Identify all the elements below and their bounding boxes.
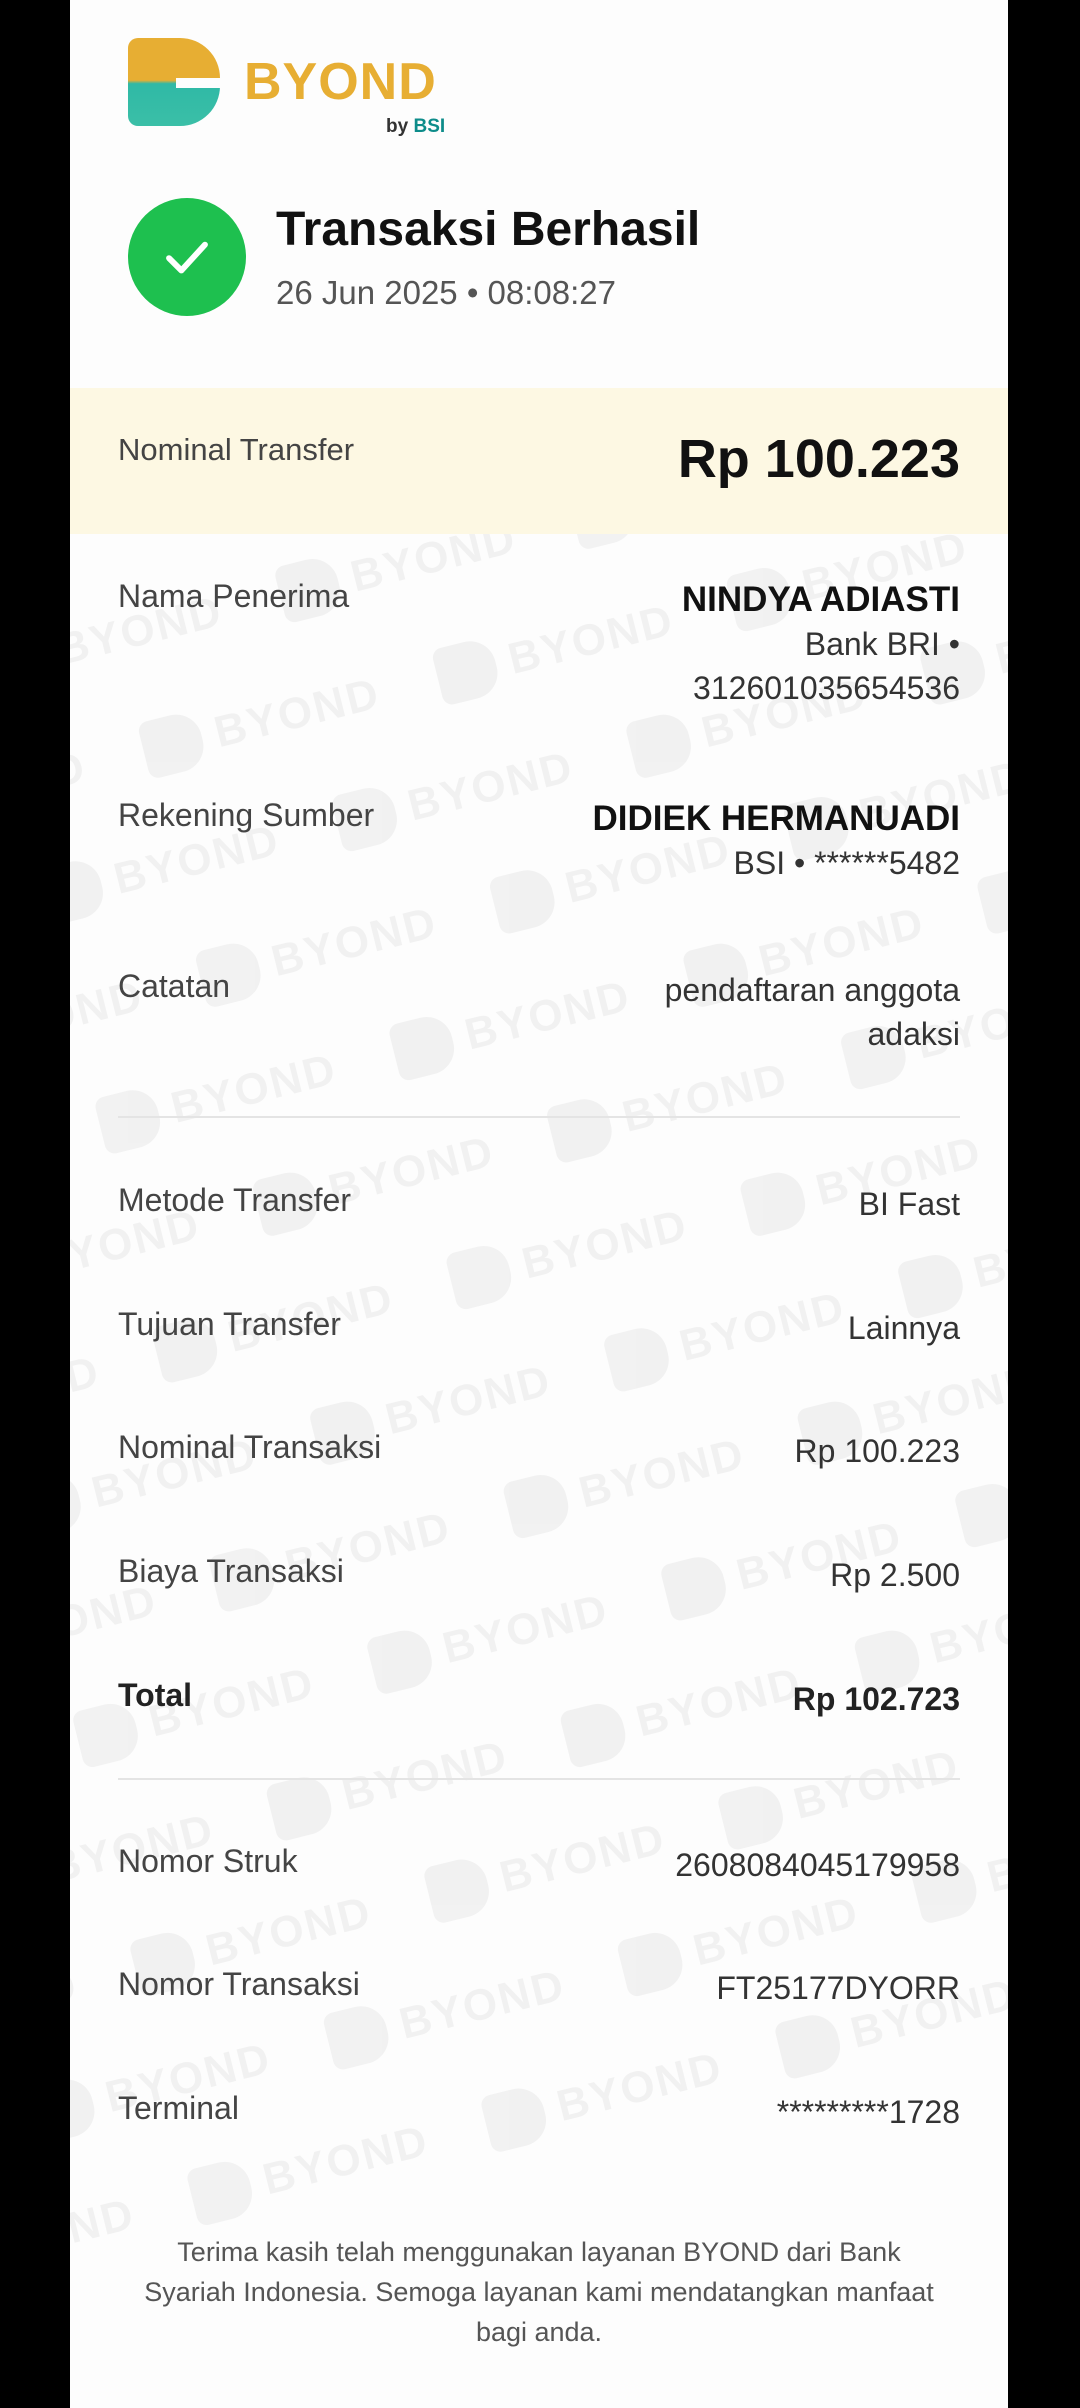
nominal-transfer-band: Nominal Transfer Rp 100.223 [70,388,1008,534]
purpose-value: Lainnya [847,1310,960,1346]
logo-text: BYOND [244,53,437,111]
nominal-label: Nominal Transfer [118,432,355,467]
logo-bank: BSI [413,116,446,137]
nominal-value: Rp 100.223 [677,429,960,489]
amount-value: Rp 100.223 [794,1433,960,1469]
fee-value: Rp 2.500 [830,1557,960,1593]
recipient-bank: Bank BRI • [804,626,960,662]
purpose-label: Tujuan Transfer [118,1306,341,1342]
amount-label: Nominal Transaksi [118,1429,382,1465]
receipt-number-label: Nomor Struk [118,1843,298,1879]
recipient-account: 312601035654536 [693,670,960,706]
transaction-number-value: FT25177DYORR [716,1970,960,2006]
status-title: Transaksi Berhasil [276,203,701,256]
recipient-values: NINDYA ADIASTI Bank BRI • 31260103565453… [682,578,960,710]
source-values: DIDIEK HERMANUADI BSI • ******5482 [593,797,961,885]
source-name: DIDIEK HERMANUADI [592,799,961,838]
divider [118,1116,960,1118]
note-line2: adaksi [867,1016,961,1052]
method-label: Metode Transfer [118,1182,351,1218]
divider [118,1778,960,1780]
logo-by: by [386,116,409,137]
fee-label: Biaya Transaksi [118,1553,344,1589]
method-value: BI Fast [858,1186,960,1222]
byond-logo-mark [128,38,222,126]
total-label: Total [118,1677,193,1713]
transaction-number-label: Nomor Transaksi [118,1966,360,2002]
receipt-number-value: 2608084045179958 [675,1847,960,1883]
source-account: BSI • ******5482 [733,845,960,881]
receipt-card: BYONDBYONDBYONDBYONDBYONDBYONDBYONDBYOND… [70,0,1008,2408]
note-label: Catatan [118,968,231,1004]
recipient-label: Nama Penerima [118,578,350,614]
byond-logo: BYOND by BSI [128,38,498,138]
terminal-value: *********1728 [776,2094,960,2130]
total-value: Rp 102.723 [792,1681,960,1717]
terminal-label: Terminal [118,2090,239,2126]
status-datetime: 26 Jun 2025 • 08:08:27 [276,274,617,311]
note-line1: pendaftaran anggota [664,972,960,1008]
note-values: pendaftaran anggota adaksi [665,968,960,1056]
footer-message: Terima kasih telah menggunakan layanan B… [144,2237,934,2347]
recipient-name: NINDYA ADIASTI [681,580,960,619]
source-label: Rekening Sumber [118,797,375,833]
logo-subtitle: by BSI [386,116,445,138]
check-circle-icon [128,198,246,316]
